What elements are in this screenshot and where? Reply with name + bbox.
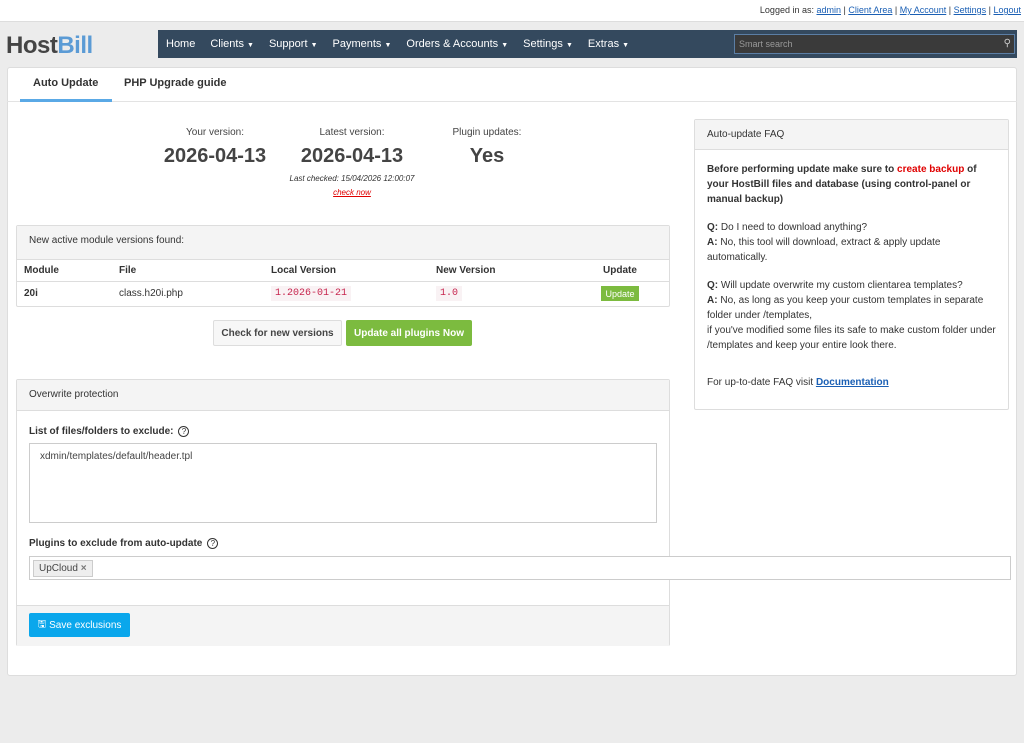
- q-prefix: Q:: [707, 222, 718, 233]
- nav-clients[interactable]: Clients ▼: [210, 38, 254, 50]
- documentation-link[interactable]: Documentation: [816, 377, 889, 388]
- label-text: List of files/folders to exclude:: [29, 426, 173, 437]
- q-prefix: Q:: [707, 280, 718, 291]
- overwrite-protection-panel: Overwrite protection List of files/folde…: [16, 379, 670, 646]
- files-exclude-label: List of files/folders to exclude:?: [29, 426, 189, 437]
- settings-link[interactable]: Settings: [954, 5, 987, 15]
- tab-auto-update[interactable]: Auto Update: [33, 77, 98, 89]
- nav-label: Settings: [523, 38, 563, 50]
- caret-down-icon: ▼: [501, 42, 508, 49]
- help-icon[interactable]: ?: [178, 426, 189, 437]
- col-file: File: [119, 265, 136, 276]
- help-icon[interactable]: ?: [207, 538, 218, 549]
- latest-version-label: Latest version:: [282, 127, 422, 138]
- caret-down-icon: ▼: [622, 42, 629, 49]
- nav-label: Support: [269, 38, 308, 50]
- plugin-updates-value: Yes: [417, 145, 557, 168]
- plugins-exclude-input[interactable]: UpCloud ×: [29, 556, 1011, 580]
- nav-settings[interactable]: Settings ▼: [523, 38, 573, 50]
- top-user-bar: Logged in as: admin | Client Area | My A…: [0, 0, 1024, 22]
- faq-answer-cont: if you've modified some files its safe t…: [707, 325, 996, 351]
- table-row: 20i class.h20i.php 1.2026-01-21 1.0 Upda…: [17, 282, 669, 306]
- nav-home[interactable]: Home: [166, 38, 195, 50]
- plugin-tag-label: UpCloud: [39, 563, 78, 574]
- module-file: class.h20i.php: [119, 288, 183, 299]
- new-version: 1.0: [436, 286, 462, 301]
- module-name: 20i: [24, 288, 38, 299]
- logo-text-accent: Bill: [57, 32, 92, 59]
- hostbill-logo[interactable]: HostBill: [6, 32, 93, 60]
- col-module: Module: [24, 265, 59, 276]
- faq-intro: Before performing update make sure to: [707, 164, 897, 175]
- last-checked: Last checked: 15/04/2026 12:00:07: [252, 174, 452, 183]
- col-new-version: New Version: [436, 265, 495, 276]
- floppy-disk-icon: 🖫: [38, 617, 47, 634]
- plugins-exclude-label: Plugins to exclude from auto-update?: [29, 538, 218, 549]
- active-tab-indicator: [20, 99, 112, 102]
- caret-down-icon: ▼: [247, 42, 254, 49]
- local-version: 1.2026-01-21: [271, 286, 351, 301]
- a-prefix: A:: [707, 237, 718, 248]
- nav-support[interactable]: Support ▼: [269, 38, 318, 50]
- nav-extras[interactable]: Extras ▼: [588, 38, 629, 50]
- nav-payments[interactable]: Payments ▼: [333, 38, 392, 50]
- label-text: Plugins to exclude from auto-update: [29, 538, 202, 549]
- nav-orders-accounts[interactable]: Orders & Accounts ▼: [406, 38, 508, 50]
- module-versions-panel: New active module versions found: Module…: [16, 225, 670, 307]
- update-all-plugins-button[interactable]: Update all plugins Now: [346, 320, 472, 346]
- smart-search-input[interactable]: Smart search ⚲: [734, 34, 1015, 54]
- button-label: Save exclusions: [49, 620, 121, 631]
- col-update: Update: [603, 265, 637, 276]
- faq-title: Auto-update FAQ: [695, 120, 1008, 150]
- panel-footer-right: [241, 605, 669, 646]
- your-version-value: 2026-04-13: [145, 145, 285, 168]
- your-version-label: Your version:: [145, 127, 285, 138]
- faq-answer: No, this tool will download, extract & a…: [707, 237, 940, 263]
- my-account-link[interactable]: My Account: [900, 5, 947, 15]
- tab-bar: Auto Update PHP Upgrade guide: [7, 67, 1017, 102]
- nav-label: Extras: [588, 38, 619, 50]
- plugin-tag: UpCloud ×: [33, 560, 93, 577]
- caret-down-icon: ▼: [566, 42, 573, 49]
- caret-down-icon: ▼: [384, 42, 391, 49]
- logo-text: Host: [6, 32, 57, 59]
- latest-version-value: 2026-04-13: [282, 145, 422, 168]
- nav-label: Orders & Accounts: [406, 38, 498, 50]
- caret-down-icon: ▼: [311, 42, 318, 49]
- col-local-version: Local Version: [271, 265, 336, 276]
- plugin-updates-label: Plugin updates:: [417, 127, 557, 138]
- create-backup-link[interactable]: create backup: [897, 164, 964, 175]
- update-module-button[interactable]: Update: [601, 286, 639, 301]
- faq-question: Will update overwrite my custom clientar…: [721, 280, 963, 291]
- search-icon[interactable]: ⚲: [1004, 38, 1011, 49]
- nav-label: Clients: [210, 38, 244, 50]
- remove-tag-icon[interactable]: ×: [81, 563, 87, 574]
- faq-footer: For up-to-date FAQ visit: [707, 377, 816, 388]
- files-exclude-textarea[interactable]: xdmin/templates/default/header.tpl: [29, 443, 657, 523]
- save-exclusions-button[interactable]: 🖫Save exclusions: [29, 613, 130, 637]
- faq-panel: Auto-update FAQ Before performing update…: [694, 119, 1009, 410]
- faq-answer: No, as long as you keep your custom temp…: [707, 295, 983, 321]
- table-header: Module File Local Version New Version Up…: [17, 260, 669, 282]
- faq-question: Do I need to download anything?: [721, 222, 867, 233]
- admin-link[interactable]: admin: [816, 5, 841, 15]
- a-prefix: A:: [707, 295, 718, 306]
- nav-label: Payments: [333, 38, 382, 50]
- client-area-link[interactable]: Client Area: [848, 5, 892, 15]
- logout-link[interactable]: Logout: [993, 5, 1021, 15]
- logged-in-label: Logged in as:: [760, 5, 814, 15]
- tab-php-upgrade-guide[interactable]: PHP Upgrade guide: [124, 77, 226, 89]
- panel-title: Overwrite protection: [17, 380, 669, 411]
- check-new-versions-button[interactable]: Check for new versions: [213, 320, 342, 346]
- panel-title: New active module versions found:: [17, 226, 669, 260]
- check-now-link[interactable]: check now: [252, 188, 452, 197]
- search-placeholder: Smart search: [739, 39, 793, 49]
